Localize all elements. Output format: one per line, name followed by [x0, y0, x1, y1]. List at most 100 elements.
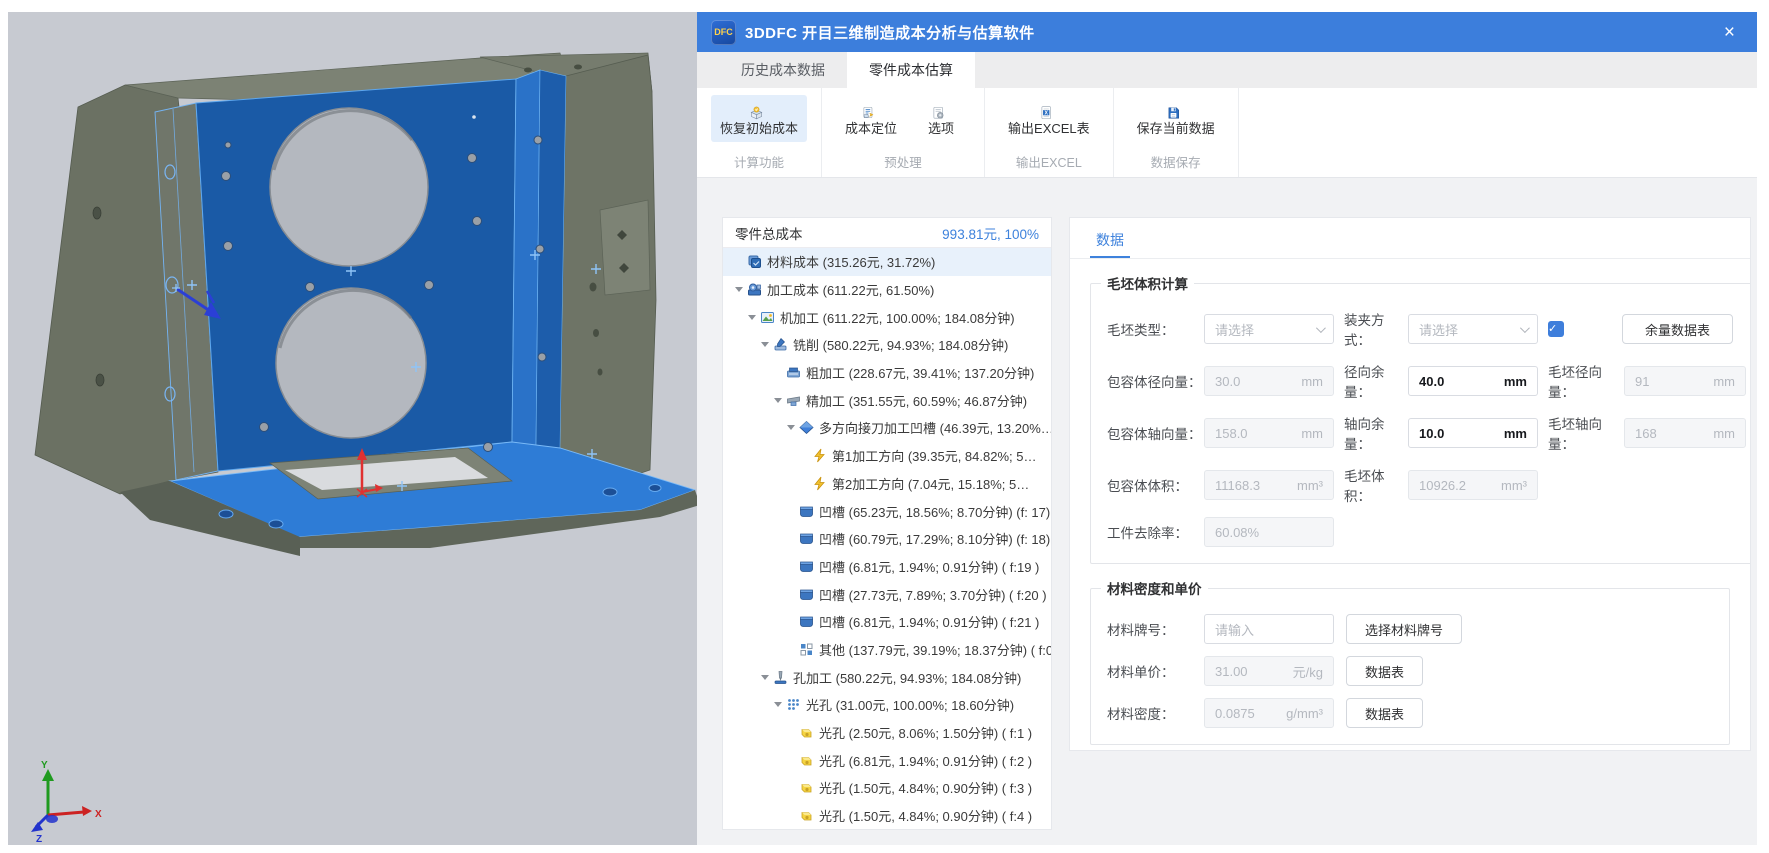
radial-margin-input[interactable]: 40.0 mm [1408, 366, 1538, 396]
hole-icon [799, 780, 814, 795]
clamp-mode-select[interactable]: 请选择 [1408, 314, 1538, 344]
tab-part-cost[interactable]: 零件成本估算 [847, 52, 975, 88]
material-density-input: 0.0875 g/mm³ [1204, 698, 1334, 728]
cost-locate-button[interactable]: 成本定位 [836, 95, 906, 142]
material-price-input-cell: 材料单价： 31.00 元/kg [1107, 656, 1334, 686]
field-label: 材料密度： [1107, 707, 1175, 722]
tree-item[interactable]: 精加工 (351.55元, 60.59%; 46.87分钟) [723, 386, 1051, 414]
form-row: 包容体径向量： 30.0 mm 径向余量： 40.0 mm 毛坯径向量： 91 mm [1107, 361, 1746, 401]
tree-item[interactable]: 光孔 (1.50元, 4.84%; 0.90分钟) ( f:3 ) [723, 774, 1051, 802]
tree-item[interactable]: 第2加工方向 (7.04元, 15.18%; 5… [723, 470, 1051, 498]
toolbar-group-name: 预处理 [884, 156, 922, 170]
tree-item[interactable]: 光孔 (2.50元, 8.06%; 1.50分钟) ( f:1 ) [723, 719, 1051, 747]
excel-icon: X [1039, 100, 1054, 120]
field-label: 轴向余量： [1344, 417, 1385, 452]
material-grade-input[interactable]: 请输入 [1204, 614, 1334, 644]
tree-item[interactable]: 其他 (137.79元, 39.19%; 18.37分钟) ( f:0 ) [723, 636, 1051, 664]
field-label: 毛坯类型： [1107, 323, 1175, 338]
tree-item[interactable]: 多方向接刀加工凹槽 (46.39元, 13.20%… [723, 414, 1051, 442]
select-material-button[interactable]: 选择材料牌号 [1346, 614, 1463, 644]
tree-item[interactable]: 孔加工 (580.22元, 94.93%; 184.08分钟) [723, 663, 1051, 691]
axial-margin-input-cell: 轴向余量： 10.0 mm [1334, 413, 1538, 453]
axial-margin-input[interactable]: 10.0 mm [1408, 418, 1538, 448]
field-unit: mm [1713, 425, 1735, 441]
tab-history-cost[interactable]: 历史成本数据 [719, 52, 847, 88]
expander-icon[interactable] [748, 314, 756, 320]
cad-model: Y X Z [31, 52, 700, 845]
field-unit: 元/kg [1292, 664, 1323, 680]
blank-type-select[interactable]: 请选择 [1204, 314, 1334, 344]
tree-item-label: 光孔 (2.50元, 8.06%; 1.50分钟) ( f:1 ) [819, 726, 1033, 742]
form-row: 材料密度： 0.0875 g/mm³ 数据表 [1107, 698, 1713, 728]
restore-cost-button[interactable]: 恢复初始成本 [711, 95, 808, 142]
tab-data[interactable]: 数据 [1090, 228, 1130, 258]
pocket-icon [799, 614, 814, 629]
tree-item[interactable]: 加工成本 (611.22元, 61.50%) [723, 276, 1051, 304]
rough-machining-icon [786, 365, 801, 380]
field-unit: mm [1503, 425, 1527, 441]
toolbar-group: X 输出EXCEL表 输出EXCEL [985, 88, 1114, 177]
expander-icon[interactable] [735, 287, 743, 293]
tree-item[interactable]: 铣削 (580.22元, 94.93%; 184.08分钟) [723, 331, 1051, 359]
tree-item[interactable]: 凹槽 (65.23元, 18.56%; 8.70分钟) (f: 17) [723, 497, 1051, 525]
pocket-icon [799, 587, 814, 602]
expander-icon[interactable] [761, 342, 769, 348]
tree-item[interactable]: 粗加工 (228.67元, 39.41%; 137.20分钟) [723, 359, 1051, 387]
expander-icon[interactable] [774, 702, 782, 708]
blank-volume-input-cell: 毛坯体积： 10926.2 mm³ [1334, 465, 1538, 505]
tree-item[interactable]: 光孔 (1.50元, 4.84%; 0.90分钟) ( f:4 ) [723, 802, 1051, 829]
select-placeholder: 请选择 [1215, 322, 1255, 338]
tree-item-label: 光孔 (6.81元, 1.94%; 0.91分钟) ( f:2 ) [819, 753, 1033, 769]
tree-item[interactable]: 凹槽 (6.81元, 1.94%; 0.91分钟) ( f:21 ) [723, 608, 1051, 636]
toolbar-button-label: 保存当前数据 [1136, 121, 1215, 136]
blank-radial-input: 91 mm [1624, 366, 1746, 396]
density-table-button[interactable]: 数据表 [1346, 698, 1424, 728]
finish-machining-icon [786, 393, 801, 408]
tree-item[interactable]: 光孔 (31.00元, 100.00%; 18.60分钟) [723, 691, 1051, 719]
3d-viewport[interactable]: Y X Z [8, 12, 700, 845]
tree-item[interactable]: 光孔 (6.81元, 1.94%; 0.91分钟) ( f:2 ) [723, 746, 1051, 774]
save-button[interactable]: 保存当前数据 [1128, 95, 1224, 142]
ribbon-toolbar: 恢复初始成本 计算功能 成本定位 选项 预处理 X 输出EXCEL表 输出EXCEL 保存当前数… [697, 88, 1757, 178]
margin-table-button[interactable]: 余量数据表 [1622, 314, 1734, 344]
tree-item-label: 凹槽 (65.23元, 18.56%; 8.70分钟) (f: 17) [819, 504, 1051, 520]
options-button[interactable]: 选项 [912, 95, 970, 142]
bounding-radial-input-cell: 包容体径向量： 30.0 mm [1107, 366, 1334, 396]
expander-icon[interactable] [774, 397, 782, 403]
toolbar-button-label: 成本定位 [845, 121, 898, 136]
tree-item-label: 其他 (137.79元, 39.19%; 18.37分钟) ( f:0 ) [819, 642, 1051, 658]
close-icon[interactable]: × [1716, 21, 1743, 44]
tree-item[interactable]: 凹槽 (6.81元, 1.94%; 0.91分钟) ( f:19 ) [723, 553, 1051, 581]
form-row: 包容体轴向量： 158.0 mm 轴向余量： 10.0 mm 毛坯轴向量： 168 mm [1107, 413, 1746, 453]
margin-data-checkbox[interactable]: ✓ [1548, 321, 1564, 337]
expander-icon[interactable] [787, 425, 795, 431]
tree-item[interactable]: 材料成本 (315.26元, 31.72%) [723, 248, 1051, 276]
hole-icon [799, 808, 814, 823]
field-unit: g/mm³ [1286, 705, 1323, 721]
price-table-button[interactable]: 数据表 [1346, 656, 1424, 686]
expander-icon[interactable] [761, 674, 769, 680]
tree-item[interactable]: 凹槽 (60.79元, 17.29%; 8.10分钟) (f: 18) [723, 525, 1051, 553]
field-label: 装夹方式： [1344, 313, 1385, 348]
field-unit: mm [1301, 373, 1323, 389]
toolbar-button-label: 选项 [928, 121, 955, 136]
form-row: 材料牌号： 请输入 选择材料牌号 [1107, 614, 1713, 644]
tree-item[interactable]: 机加工 (611.22元, 100.00%; 184.08分钟) [723, 303, 1051, 331]
excel-button[interactable]: X 输出EXCEL表 [999, 95, 1099, 142]
form-section: 材料密度和单价 材料牌号： 请输入 选择材料牌号 材料单价： 31.00 元/kg 数据表 材料… [1090, 578, 1730, 745]
hole-machining-icon [773, 670, 788, 685]
field-value: 158.0 [1215, 425, 1248, 441]
x-axis-label: X [95, 809, 102, 820]
data-form-panel: 数据 毛坯体积计算 毛坯类型： 请选择 装夹方式： 请选择 ✓ 余量数据表 包容体径向量： 30… [1069, 217, 1751, 751]
field-unit: mm³ [1297, 477, 1323, 493]
tree-item[interactable]: 凹槽 (27.73元, 7.89%; 3.70分钟) ( f:20 ) [723, 580, 1051, 608]
tree-item[interactable]: 第1加工方向 (39.35元, 84.82%; 5… [723, 442, 1051, 470]
field-label: 材料牌号： [1107, 623, 1175, 638]
